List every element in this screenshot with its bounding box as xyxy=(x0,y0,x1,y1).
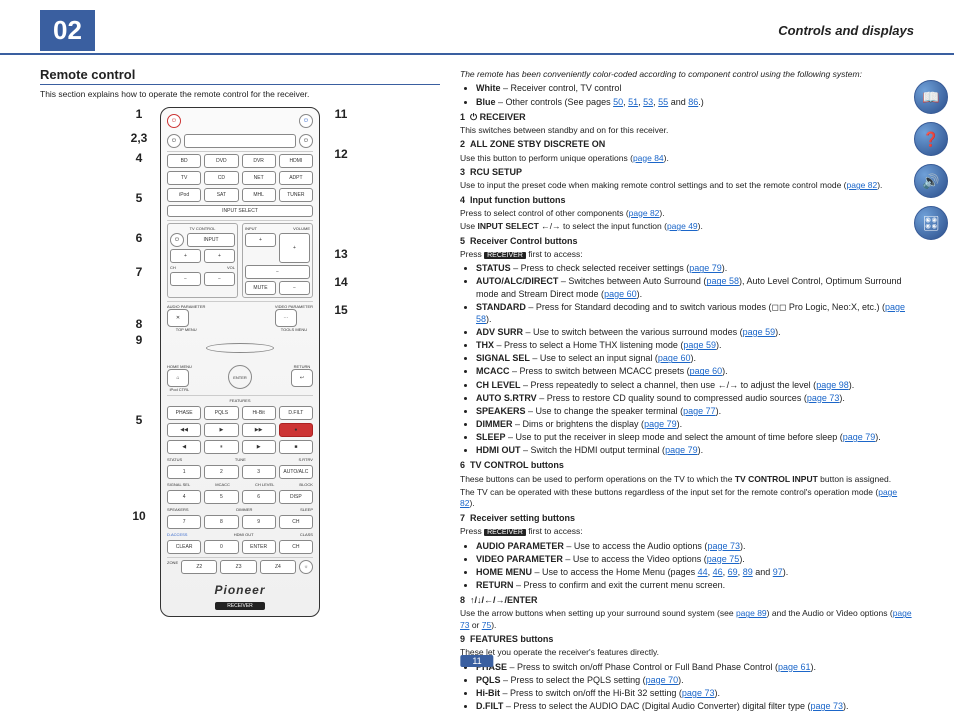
left-column: Remote control This section explains how… xyxy=(40,67,440,715)
return-button: ↩ xyxy=(291,369,313,387)
home-menu-button: ⌂ xyxy=(167,369,189,387)
callouts-right: 11 12 13 14 15 xyxy=(326,107,356,617)
settings-icon[interactable]: 🎛 xyxy=(914,206,948,240)
blue-line: Blue – Other controls (See pages 50, 51,… xyxy=(476,96,914,108)
volume-group: INPUTVOLUME ++ − MUTE− xyxy=(242,223,313,298)
page-header: 02 Controls and displays xyxy=(0,0,954,55)
item-8-head: 8 ↑/↓/←/→/ENTER xyxy=(460,594,914,606)
mute-button: MUTE xyxy=(245,281,276,295)
item-4-head: 4 Input function buttons xyxy=(460,194,914,206)
color-intro: The remote has been conveniently color-c… xyxy=(460,69,914,80)
brand-logo: Pioneer xyxy=(167,583,313,597)
item-6-head: 6 TV CONTROL buttons xyxy=(460,459,914,471)
video-param-button: ⋯ xyxy=(275,309,297,327)
direction-pad: ENTER xyxy=(200,337,280,359)
white-line: White – Receiver control, TV control xyxy=(476,82,914,94)
sound-icon[interactable]: 🔊 xyxy=(914,164,948,198)
item-7-bullets: AUDIO PARAMETER – Use to access the Audi… xyxy=(476,540,914,592)
input-select: INPUT SELECT xyxy=(167,205,313,217)
source-power-button: ⏻ xyxy=(299,134,313,148)
item-3-head: 3 RCU SETUP xyxy=(460,166,914,178)
receiver-power-button: ⏻ xyxy=(167,114,181,128)
item-1-head: 1 ⏻ RECEIVER xyxy=(460,111,914,123)
item-2-head: 2 ALL ZONE STBY DISCRETE ON xyxy=(460,138,914,150)
power-button: ⏻ xyxy=(167,134,181,148)
callouts-left: 1 2,3 4 5 6 7 8 9 5 10 xyxy=(124,107,154,617)
light-button: ☼ xyxy=(299,560,313,574)
rcu-setup-button xyxy=(184,134,296,148)
book-icon[interactable]: 📖 xyxy=(914,80,948,114)
right-column: The remote has been conveniently color-c… xyxy=(460,67,914,715)
receiver-badge: RECEIVER xyxy=(215,602,265,610)
section-intro: This section explains how to operate the… xyxy=(40,89,440,99)
item-5-bullets: STATUS – Press to check selected receive… xyxy=(476,262,914,456)
header-title: Controls and displays xyxy=(778,23,914,38)
item-9-head: 9 FEATURES buttons xyxy=(460,633,914,645)
item-9-bullets: PHASE – Press to switch on/off Phase Con… xyxy=(476,661,914,713)
section-title: Remote control xyxy=(40,67,440,85)
item-5-head: 5 Receiver Control buttons xyxy=(460,235,914,247)
help-icon[interactable]: ❓ xyxy=(914,122,948,156)
page-number: 11 xyxy=(460,655,493,667)
item-7-head: 7 Receiver setting buttons xyxy=(460,512,914,524)
chapter-number: 02 xyxy=(40,10,95,51)
audio-param-button: ✕ xyxy=(167,309,189,327)
side-nav-icons: 📖 ❓ 🔊 🎛 xyxy=(914,80,948,240)
page-link[interactable]: 50 xyxy=(613,97,623,107)
source-button: ⏻ xyxy=(299,114,313,128)
tv-control-group: TV CONTROL ⏻INPUT ++ CHVOL −− xyxy=(167,223,238,298)
remote-illustration: ⏻ ⏻ ⏻ ⏻ BD DVD DVR HDMI TV xyxy=(160,107,320,617)
